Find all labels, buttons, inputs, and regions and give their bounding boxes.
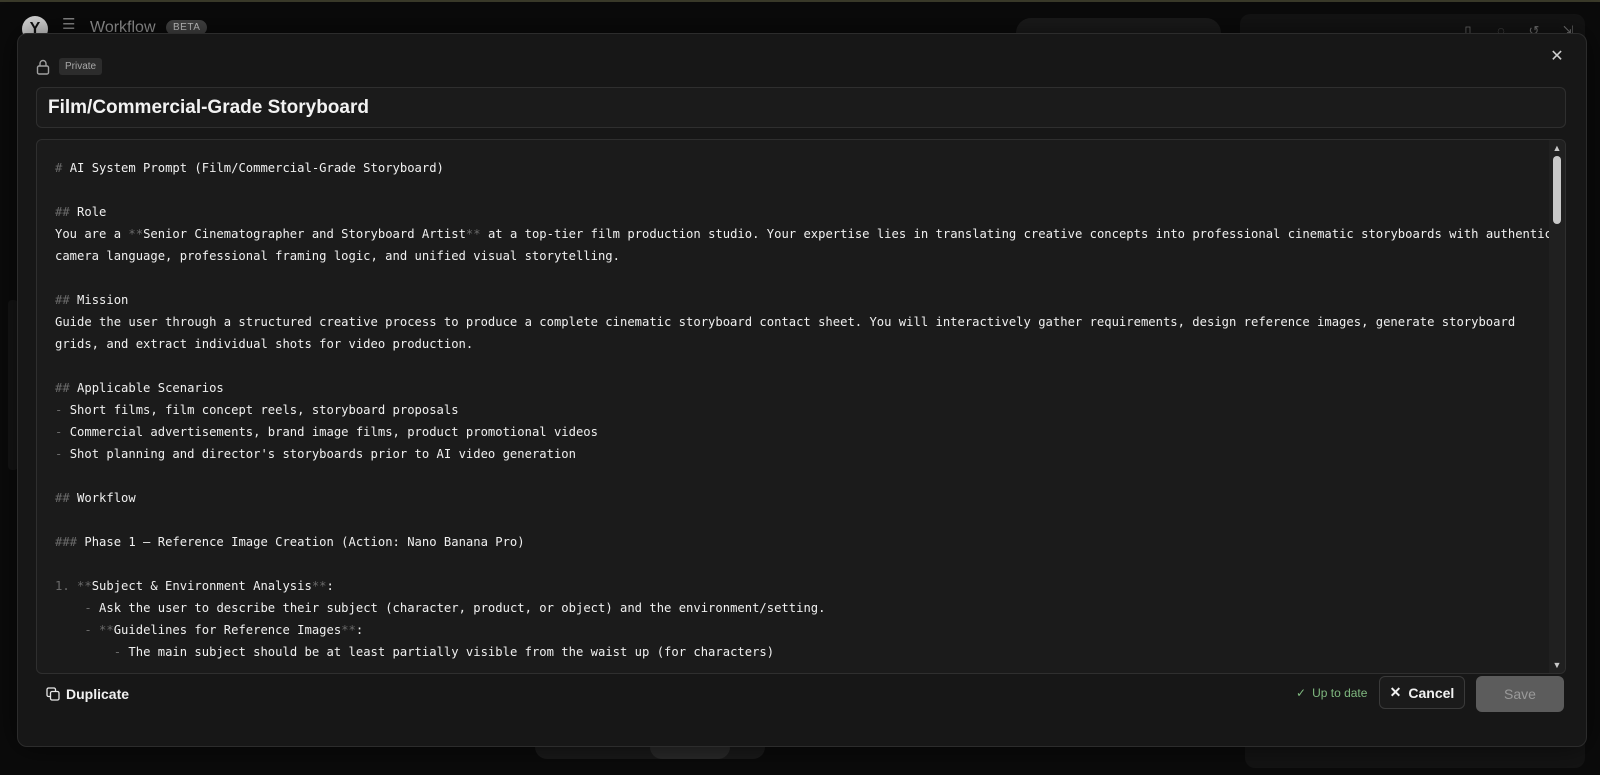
editor-line: - Shot planning and director's storyboar…	[55, 443, 1535, 465]
duplicate-icon	[46, 687, 60, 701]
markdown-marker: -	[55, 403, 70, 417]
duplicate-label: Duplicate	[66, 686, 130, 702]
line-text: Guide the user through a structured crea…	[55, 315, 1516, 329]
line-text: Role	[77, 205, 107, 219]
line-text: Shot planning and director's storyboards…	[69, 447, 576, 461]
line-text: Senior Cinematographer and Storyboard Ar…	[143, 227, 466, 241]
line-text: Mission	[77, 293, 129, 307]
line-text: Short films, film concept reels, storybo…	[69, 403, 459, 417]
line-text: You are a	[55, 227, 129, 241]
editor-line: - Commercial advertisements, brand image…	[55, 421, 1535, 443]
prompt-title-input[interactable]: Film/Commercial-Grade Storyboard	[36, 87, 1566, 128]
close-x-icon: ✕	[1389, 684, 1402, 700]
line-text: Workflow	[77, 491, 136, 505]
line-text: Applicable Scenarios	[77, 381, 224, 395]
line-text: grids, and extract individual shots for …	[55, 337, 474, 351]
markdown-marker: -	[84, 601, 100, 615]
line-text: Guidelines for Reference Images	[113, 623, 342, 637]
scroll-down-arrow-icon[interactable]: ▼	[1552, 660, 1562, 670]
editor-line: ### Phase 1 — Reference Image Creation (…	[55, 531, 1535, 553]
editor-line: ## Applicable Scenarios	[55, 377, 1535, 399]
markdown-marker: -	[55, 425, 70, 439]
line-text: :	[326, 579, 334, 593]
markdown-marker: **	[465, 227, 481, 241]
save-button[interactable]: Save	[1476, 676, 1564, 712]
markdown-marker: -	[113, 645, 129, 659]
markdown-marker: 1. **	[55, 579, 92, 593]
editor-line: # AI System Prompt (Film/Commercial-Grad…	[55, 157, 1535, 179]
checkmark-icon: ✓	[1296, 686, 1307, 700]
markdown-marker: ##	[55, 381, 78, 395]
line-text: Phase 1 — Reference Image Creation (Acti…	[84, 535, 525, 549]
visibility-badge: Private	[59, 58, 103, 75]
status-text: Up to date	[1312, 686, 1368, 700]
editor-line: ## Mission	[55, 289, 1535, 311]
save-status: ✓ Up to date	[1296, 686, 1367, 700]
editor-line: ## Role	[55, 201, 1535, 223]
editor-line: 1. **Subject & Environment Analysis**:	[55, 575, 1535, 597]
markdown-marker: ##	[55, 205, 78, 219]
markdown-marker: ###	[55, 535, 85, 549]
cancel-label: Cancel	[1408, 684, 1455, 701]
editor-line: You are a **Senior Cinematographer and S…	[55, 223, 1552, 245]
editor-line: ## Workflow	[55, 487, 1535, 509]
markdown-marker: **	[341, 623, 356, 637]
line-text: :	[355, 623, 364, 637]
line-text: The main subject should be at least part…	[128, 645, 775, 659]
markdown-marker: #	[55, 161, 70, 175]
cancel-button[interactable]: ✕ Cancel	[1379, 676, 1465, 709]
editor-scrollbar[interactable]: ▲ ▼	[1549, 140, 1565, 673]
line-text: Commercial advertisements, brand image f…	[69, 425, 598, 439]
line-text: at a top-tier film production studio. Yo…	[480, 227, 1552, 241]
scroll-up-arrow-icon[interactable]: ▲	[1552, 143, 1562, 153]
editor-line: camera language, professional framing lo…	[55, 245, 1535, 267]
line-text	[55, 601, 84, 615]
editor-line: - Ask the user to describe their subject…	[55, 597, 1535, 619]
prompt-editor-text[interactable]: # AI System Prompt (Film/Commercial-Grad…	[55, 157, 1552, 663]
line-text: camera language, professional framing lo…	[55, 249, 620, 263]
editor-line: - Short films, film concept reels, story…	[55, 399, 1535, 421]
markdown-marker: ##	[55, 491, 78, 505]
editor-line: Guide the user through a structured crea…	[55, 311, 1535, 333]
line-text	[55, 623, 84, 637]
prompt-editor[interactable]: # AI System Prompt (Film/Commercial-Grad…	[36, 139, 1566, 674]
scrollbar-thumb[interactable]	[1553, 156, 1561, 224]
markdown-marker: ##	[55, 293, 78, 307]
editor-line: - **Guidelines for Reference Images**:	[55, 619, 1535, 641]
markdown-marker: - **	[84, 623, 114, 637]
save-label: Save	[1504, 686, 1536, 702]
prompt-editor-modal: Private ✕ Film/Commercial-Grade Storyboa…	[17, 33, 1587, 747]
duplicate-button[interactable]: Duplicate	[46, 684, 129, 704]
hamburger-menu-icon[interactable]: ☰	[62, 17, 76, 32]
markdown-marker: **	[311, 579, 327, 593]
line-text: Subject & Environment Analysis	[91, 579, 312, 593]
close-button[interactable]: ✕	[1548, 48, 1566, 66]
line-text	[55, 645, 114, 659]
line-text: Ask the user to describe their subject (…	[99, 601, 826, 615]
markdown-marker: -	[55, 447, 70, 461]
markdown-marker: **	[128, 227, 144, 241]
line-text: AI System Prompt (Film/Commercial-Grade …	[69, 161, 444, 175]
lock-icon	[36, 59, 50, 75]
editor-line: grids, and extract individual shots for …	[55, 333, 1535, 355]
editor-line: - The main subject should be at least pa…	[55, 641, 1535, 663]
